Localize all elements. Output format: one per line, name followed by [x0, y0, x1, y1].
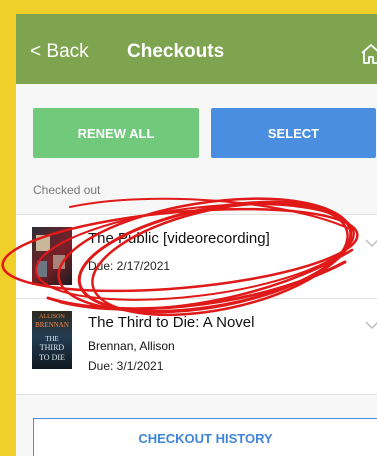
chevron-down-icon[interactable] [365, 321, 377, 330]
checkouts-content: RENEW ALL SELECT Checked out The Public … [16, 84, 377, 456]
section-label-checked-out: Checked out [33, 183, 101, 197]
item-title: The Public [videorecording] [88, 230, 270, 247]
back-chevron-icon: < [30, 41, 42, 62]
checkout-list: The Public [videorecording] Due: 2/17/20… [16, 214, 377, 395]
app-screen: < Back Checkouts RENEW ALL SELECT Checke… [16, 0, 377, 456]
item-due-date: Due: 3/1/2021 [88, 359, 164, 373]
list-item[interactable]: The Public [videorecording] Due: 2/17/20… [16, 215, 377, 299]
renew-all-button[interactable]: RENEW ALL [33, 108, 199, 158]
item-author: Brennan, Allison [88, 339, 175, 353]
cover-image [32, 227, 72, 285]
page-title: Checkouts [127, 41, 225, 62]
list-item[interactable]: ALLISON BRENNAN THE THIRD TO DIE The Thi… [16, 299, 377, 395]
item-due-date: Due: 2/17/2021 [88, 259, 171, 273]
select-button[interactable]: SELECT [211, 108, 376, 158]
status-strip [16, 0, 377, 14]
home-icon[interactable] [359, 42, 377, 66]
item-title: The Third to Die: A Novel [88, 314, 255, 331]
back-button[interactable]: < Back [30, 41, 89, 63]
checkout-history-button[interactable]: CHECKOUT HISTORY [33, 418, 377, 456]
app-header: < Back Checkouts [16, 14, 377, 84]
cover-image: ALLISON BRENNAN THE THIRD TO DIE [32, 311, 72, 369]
chevron-down-icon[interactable] [365, 239, 377, 248]
back-label: Back [46, 41, 89, 62]
